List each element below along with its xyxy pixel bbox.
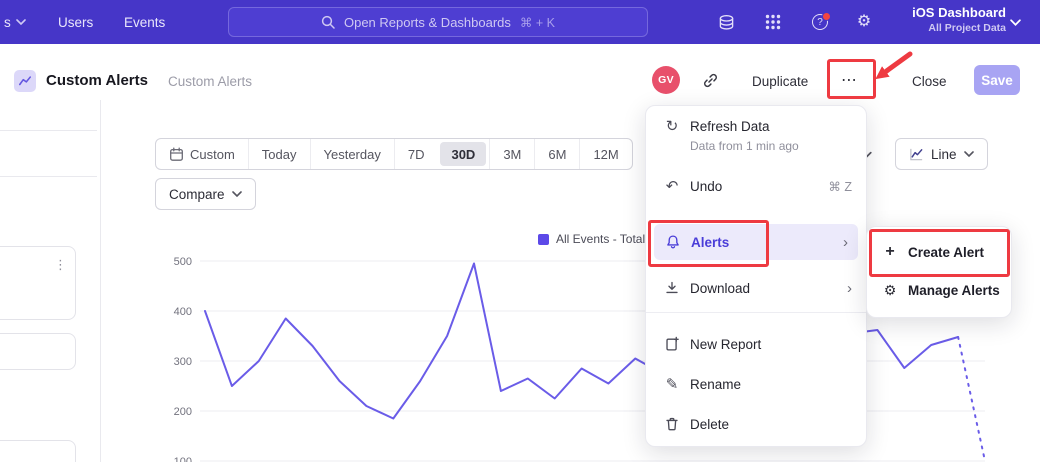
help-question-glyph: ? (812, 14, 828, 30)
menu-item-new-report[interactable]: New Report (646, 326, 866, 362)
chevron-down-icon (16, 19, 26, 25)
app-screen: s Users Events Open Reports & Dashboards… (0, 0, 1040, 462)
more-options-button[interactable]: ⋯ (831, 65, 868, 95)
menu-item-undo[interactable]: ↶ Undo ⌘ Z (646, 168, 866, 204)
kebab-menu-icon[interactable]: ⋮ (54, 257, 67, 273)
duplicate-button[interactable]: Duplicate (752, 74, 808, 89)
menu-item-alerts[interactable]: Alerts › (654, 224, 858, 260)
range-yesterday[interactable]: Yesterday (310, 139, 394, 169)
project-subtitle: All Project Data (912, 22, 1006, 34)
refresh-data-age: Data from 1 min ago (690, 139, 799, 153)
sidebar-separator (0, 130, 97, 131)
nav-events-label: Events (124, 15, 165, 30)
sidebar-card[interactable]: ⋮ (0, 246, 76, 320)
menu-item-refresh-data[interactable]: ↻ Refresh Data (646, 114, 866, 138)
svg-text:400: 400 (174, 306, 192, 318)
range-7d[interactable]: 7D (394, 139, 438, 169)
data-management-icon[interactable] (717, 13, 735, 31)
svg-text:500: 500 (174, 256, 192, 268)
undo-icon: ↶ (663, 177, 681, 195)
sidebar-card[interactable] (0, 333, 76, 370)
submenu-arrow-icon: › (847, 281, 852, 296)
alerts-submenu: + Create Alert ⚙ Manage Alerts (866, 226, 1012, 318)
submenu-item-create-alert[interactable]: + Create Alert (873, 233, 1005, 271)
submenu-item-manage-alerts[interactable]: ⚙ Manage Alerts (873, 271, 1005, 309)
svg-text:200: 200 (174, 406, 192, 418)
plus-icon: + (881, 243, 899, 261)
report-type-icon (14, 70, 36, 92)
project-title: iOS Dashboard (912, 5, 1006, 20)
svg-text:100: 100 (174, 456, 192, 462)
download-icon (663, 280, 681, 296)
project-chevron-down-icon[interactable] (1010, 19, 1021, 26)
date-range-control: Custom Today Yesterday 7D 30D 3M 6M 12M (155, 138, 633, 170)
menu-item-delete[interactable]: Delete (646, 406, 866, 442)
trash-icon (663, 416, 681, 432)
nav-item-events[interactable]: Events (124, 0, 165, 44)
project-switcher[interactable]: iOS Dashboard All Project Data (912, 5, 1006, 34)
chevron-down-icon (232, 191, 242, 197)
range-today[interactable]: Today (248, 139, 310, 169)
compare-button[interactable]: Compare (155, 178, 256, 210)
range-30d-selected[interactable]: 30D (440, 142, 486, 166)
svg-text:300: 300 (174, 356, 192, 368)
search-icon (321, 15, 335, 29)
new-report-icon (663, 336, 681, 352)
nav-item-partial[interactable]: s (4, 0, 26, 44)
chart-type-button[interactable]: Line (895, 138, 988, 170)
calendar-icon (169, 147, 184, 162)
report-options-menu: ↻ Refresh Data Data from 1 min ago ↶ Und… (645, 105, 867, 447)
nav-partial-label: s (4, 15, 11, 30)
search-placeholder: Open Reports & Dashboards (344, 15, 511, 30)
top-nav: s Users Events Open Reports & Dashboards… (0, 0, 1040, 44)
save-button[interactable]: Save (974, 65, 1020, 95)
breadcrumb[interactable]: Custom Alerts (168, 74, 252, 89)
copy-link-icon[interactable] (702, 72, 719, 89)
range-6m[interactable]: 6M (534, 139, 579, 169)
page-title: Custom Alerts (46, 72, 148, 89)
help-icon[interactable]: ? (811, 13, 829, 31)
report-toolbar: Custom Alerts Custom Alerts GV Duplicate… (0, 44, 1040, 100)
range-12m[interactable]: 12M (579, 139, 631, 169)
refresh-icon: ↻ (663, 117, 681, 135)
close-button[interactable]: Close (912, 74, 947, 89)
undo-shortcut: ⌘ Z (828, 179, 852, 194)
menu-item-download[interactable]: Download › (646, 270, 866, 306)
global-search-input[interactable]: Open Reports & Dashboards ⌘ + K (228, 7, 648, 37)
sidebar-card[interactable] (0, 440, 76, 462)
notification-dot (822, 12, 831, 21)
bell-icon (664, 234, 682, 250)
settings-gear-icon[interactable]: ⚙ (855, 13, 873, 31)
chevron-down-icon (964, 151, 974, 157)
sidebar-separator (0, 176, 97, 177)
gear-icon: ⚙ (881, 282, 899, 299)
pencil-icon: ✎ (663, 375, 681, 393)
sidebar-divider (100, 100, 101, 462)
range-custom[interactable]: Custom (156, 139, 248, 169)
avatar[interactable]: GV (652, 66, 680, 94)
range-3m[interactable]: 3M (489, 139, 534, 169)
nav-item-users[interactable]: Users (58, 0, 93, 44)
line-chart-icon (909, 147, 924, 162)
menu-divider (646, 312, 866, 313)
submenu-arrow-icon: › (843, 235, 848, 250)
menu-item-rename[interactable]: ✎ Rename (646, 366, 866, 402)
search-shortcut: ⌘ + K (520, 15, 555, 30)
apps-grid-icon[interactable] (764, 13, 782, 31)
nav-users-label: Users (58, 15, 93, 30)
